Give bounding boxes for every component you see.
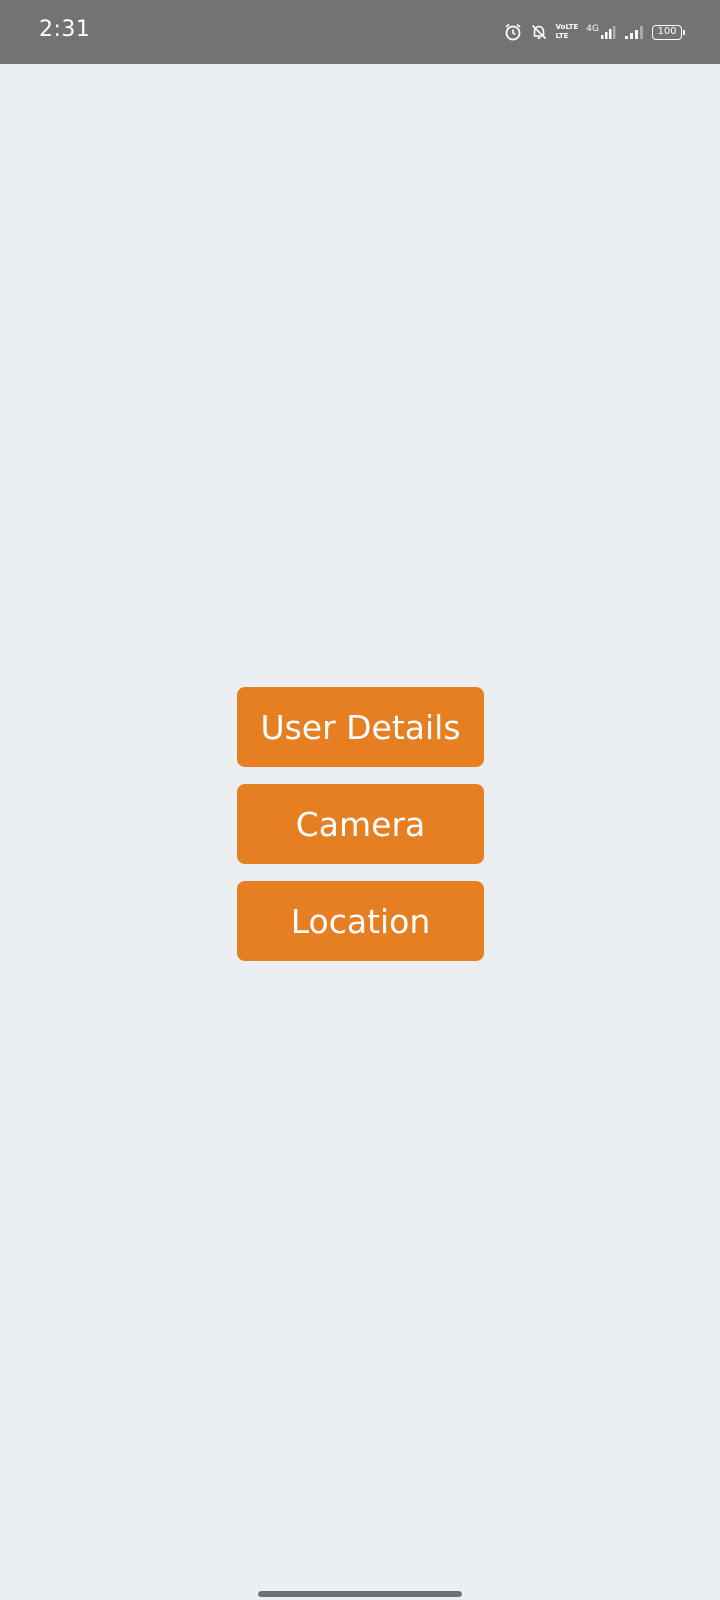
home-indicator[interactable]: [258, 1591, 462, 1597]
user-details-button[interactable]: User Details: [237, 687, 484, 767]
location-button[interactable]: Location: [237, 881, 484, 961]
signal-icon: [624, 24, 644, 40]
status-time: 2:31: [39, 17, 91, 42]
signal-4g-icon: 4G: [586, 24, 616, 40]
status-bar: 2:31 VoLTE LTE 4G 100: [0, 0, 720, 64]
main-content: User Details Camera Location: [0, 64, 720, 1600]
battery-icon: 100: [652, 24, 685, 40]
button-stack: User Details Camera Location: [237, 687, 484, 961]
bell-off-icon: [530, 23, 548, 41]
status-icons: VoLTE LTE 4G 100: [504, 20, 685, 44]
camera-button[interactable]: Camera: [237, 784, 484, 864]
alarm-icon: [504, 23, 522, 41]
volte-icon: VoLTE LTE: [555, 23, 579, 40]
